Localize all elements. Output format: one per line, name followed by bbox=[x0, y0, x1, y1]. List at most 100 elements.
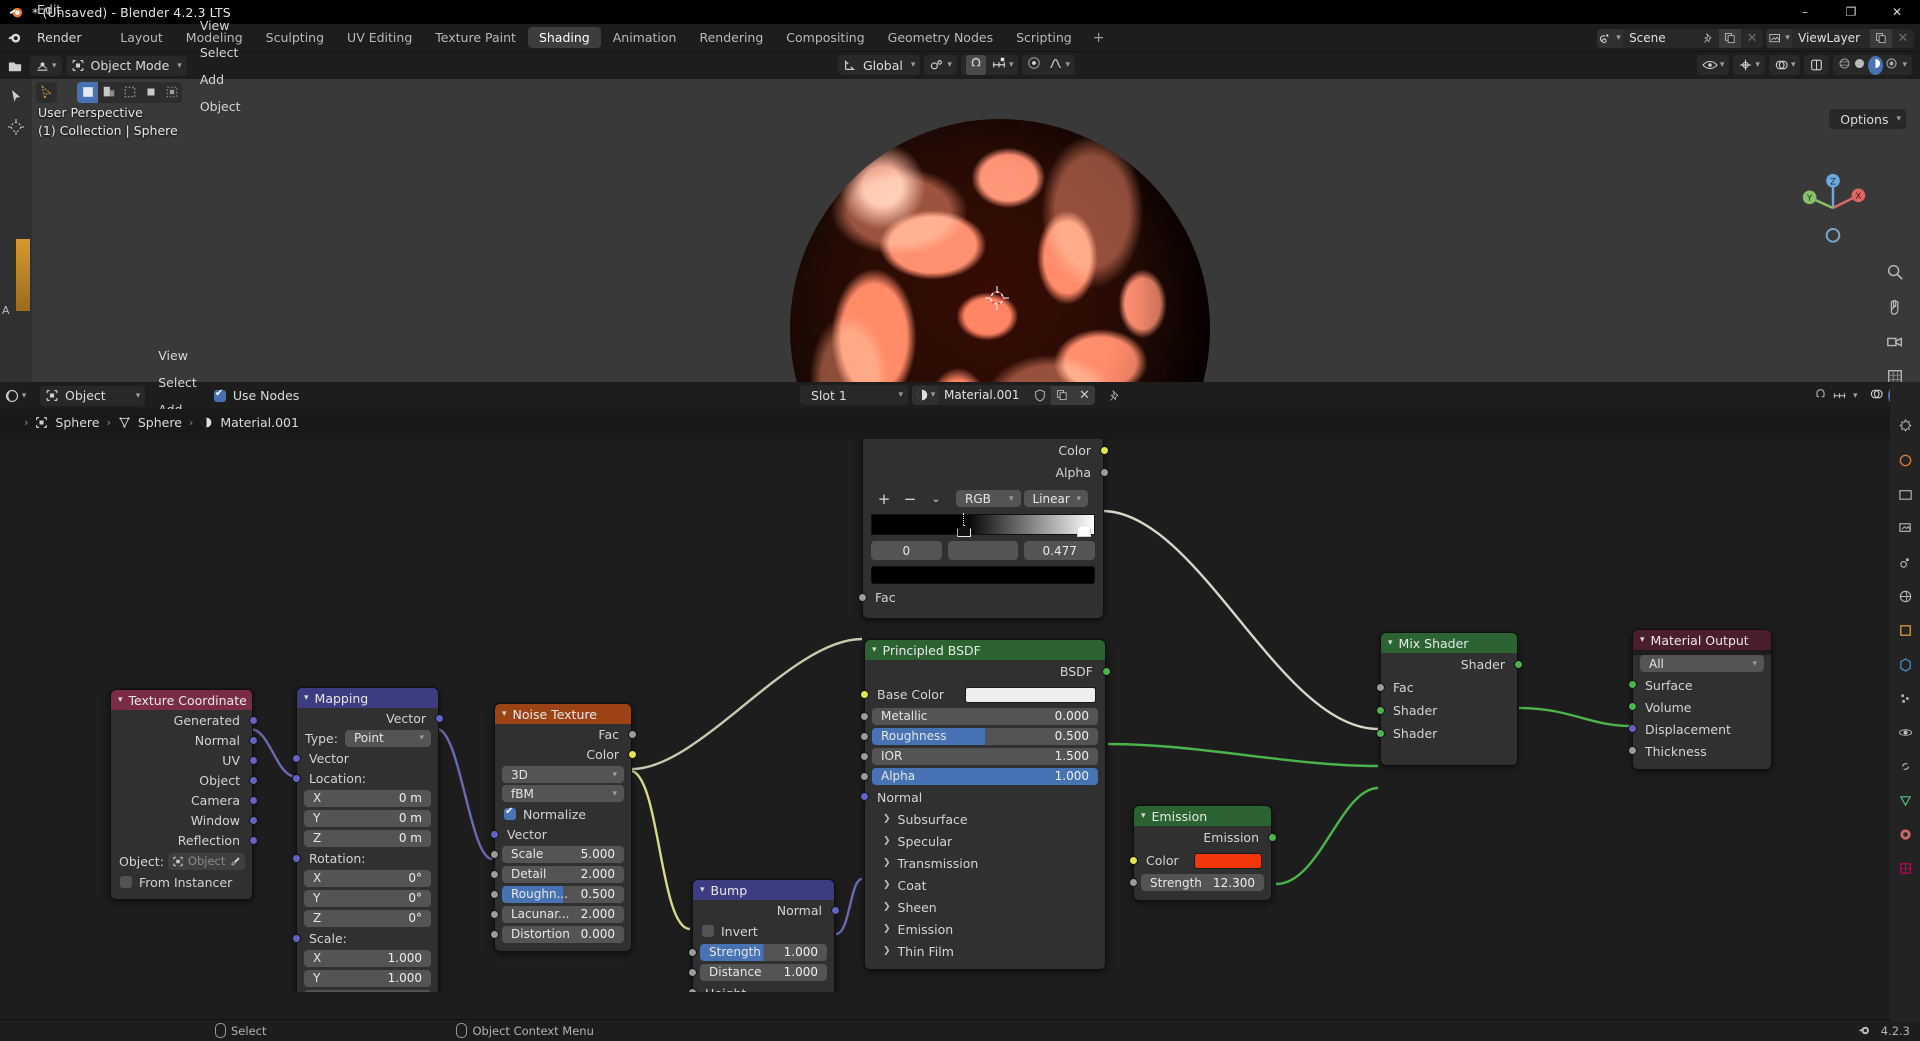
bsdf-metallic-row[interactable]: Metallic 0.000 bbox=[859, 706, 1105, 726]
mapping-output-vector[interactable]: Vector bbox=[297, 708, 444, 728]
bump-input-height[interactable]: Height bbox=[687, 982, 834, 992]
node-canvas[interactable]: ▾ Texture Coordinate Generated Normal UV Ob… bbox=[0, 439, 1920, 992]
bsdf-field[interactable]: Metallic 0.000 bbox=[872, 707, 1098, 725]
node-texture-coordinate[interactable]: ▾ Texture Coordinate Generated Normal UV Ob… bbox=[110, 689, 258, 900]
pin-icon[interactable] bbox=[1697, 29, 1719, 48]
socket-color-out[interactable] bbox=[1099, 445, 1109, 455]
texcoord-output-object[interactable]: Object bbox=[111, 770, 258, 790]
noise-field[interactable]: Detail 2.000 bbox=[502, 865, 624, 883]
select-intersect-icon[interactable] bbox=[161, 81, 182, 103]
texcoord-output-camera[interactable]: Camera bbox=[111, 790, 258, 810]
mapping-rotation-y-field[interactable]: Y 0° bbox=[304, 889, 431, 907]
mapping-type-row[interactable]: Type: Point ▾ bbox=[297, 728, 438, 748]
output-target-dropdown[interactable]: All ▾ bbox=[1640, 655, 1764, 672]
snap-target-icon[interactable] bbox=[1832, 387, 1847, 405]
collapse-chevron-icon[interactable]: ▾ bbox=[1388, 638, 1393, 648]
socket-distortion-in[interactable] bbox=[489, 929, 499, 939]
collapse-chevron-icon[interactable]: ▾ bbox=[304, 693, 309, 703]
collapse-chevron-icon[interactable]: ▾ bbox=[872, 645, 877, 655]
expand-chevron-icon[interactable]: ❯ bbox=[883, 814, 891, 824]
mix-input-fac-0[interactable]: Fac bbox=[1375, 676, 1517, 699]
mapping-rotation-x-field[interactable]: X 0° bbox=[304, 869, 431, 887]
emission-color-row[interactable]: Color bbox=[1128, 849, 1271, 872]
texcoord-output-generated[interactable]: Generated bbox=[111, 710, 258, 730]
socket-emission-color-in[interactable] bbox=[1128, 856, 1138, 865]
shader-menu-view[interactable]: View bbox=[149, 342, 206, 369]
socket-displacement-in[interactable] bbox=[1627, 724, 1637, 733]
socket-vector-in[interactable] bbox=[291, 753, 301, 763]
data-properties-icon[interactable] bbox=[1895, 790, 1915, 810]
socket-vector-out[interactable] bbox=[434, 713, 444, 723]
tool-properties-icon[interactable] bbox=[1895, 416, 1915, 436]
wireframe-shading-icon[interactable] bbox=[1838, 57, 1851, 74]
output-input-displacement[interactable]: Displacement bbox=[1627, 718, 1771, 740]
solid-shading-icon[interactable] bbox=[1853, 57, 1866, 74]
socket-location-in[interactable] bbox=[291, 773, 301, 783]
node-material-output[interactable]: ▾ Material Output All ▾ Surface Volume Disp… bbox=[1627, 629, 1772, 770]
breadcrumb-object[interactable]: Sphere bbox=[55, 415, 99, 430]
socket-height-in[interactable] bbox=[687, 988, 697, 992]
snap-pivot-dropdown[interactable]: ▾ bbox=[924, 55, 957, 75]
node-mix-shader[interactable]: ▾ Mix Shader Shader Fac Shader Shader bbox=[1375, 632, 1523, 766]
expand-chevron-icon[interactable]: ❯ bbox=[883, 924, 891, 934]
collapse-chevron-icon[interactable]: ▾ bbox=[118, 695, 123, 705]
node-noise-texture[interactable]: ▾ Noise Texture FacColor 3D▾ fBM▾ Normal… bbox=[489, 703, 637, 952]
socket-metallic-in[interactable] bbox=[859, 711, 869, 721]
snap-node-icon[interactable] bbox=[1813, 387, 1828, 405]
pan-hand-icon[interactable] bbox=[1884, 296, 1906, 318]
workspace-tab-compositing[interactable]: Compositing bbox=[775, 27, 875, 48]
noise-roughn-row[interactable]: Roughn... 0.500 bbox=[489, 884, 631, 904]
viewlayer-properties-icon[interactable] bbox=[1895, 518, 1915, 538]
mix-output[interactable]: Shader bbox=[1381, 653, 1523, 676]
material-id-block[interactable]: ▾ Material.001 ✕ bbox=[912, 385, 1096, 405]
material-slot-dropdown[interactable]: Slot 1 ▾ bbox=[800, 385, 908, 405]
socket-strength-in[interactable] bbox=[687, 947, 697, 957]
constraint-properties-icon[interactable] bbox=[1895, 756, 1915, 776]
collapse-chevron-icon[interactable]: ▾ bbox=[1640, 635, 1645, 645]
ramp-gradient[interactable] bbox=[871, 514, 1095, 535]
from-instancer-checkbox[interactable] bbox=[120, 876, 132, 888]
noise-lacunar-row[interactable]: Lacunar... 2.000 bbox=[489, 904, 631, 924]
ramp-output-alpha[interactable]: Alpha bbox=[863, 461, 1109, 483]
socket-normal-out[interactable] bbox=[830, 905, 840, 915]
new-scene-icon[interactable] bbox=[1719, 28, 1742, 48]
select-extend-icon[interactable] bbox=[98, 81, 119, 103]
modifier-properties-icon[interactable] bbox=[1895, 654, 1915, 674]
overlays-toggle-dropdown[interactable]: ▾ bbox=[1768, 55, 1801, 75]
bsdf-panel-emission[interactable]: ❯ Emission bbox=[865, 918, 1105, 940]
workspace-tab-shading[interactable]: Shading bbox=[527, 27, 601, 48]
socket-roughn-in[interactable] bbox=[489, 889, 499, 899]
socket-object-out[interactable] bbox=[248, 775, 258, 785]
socket-camera-out[interactable] bbox=[248, 795, 258, 805]
expand-chevron-icon[interactable]: ❯ bbox=[883, 858, 891, 868]
ramp-output-color[interactable]: Color bbox=[863, 439, 1109, 461]
viewport-mode-selector[interactable]: ▾ bbox=[30, 55, 62, 76]
shading-mode-group[interactable]: ▾ bbox=[1833, 55, 1912, 75]
socket-shader-in-2[interactable] bbox=[1375, 729, 1385, 738]
delete-scene-icon[interactable]: ✕ bbox=[1741, 29, 1763, 48]
editor-type-icon[interactable] bbox=[0, 52, 30, 79]
bump-output-normal[interactable]: Normal bbox=[693, 900, 840, 920]
scene-selector[interactable]: ▾ Scene ✕ bbox=[1597, 28, 1764, 48]
mapping-type-dropdown[interactable]: Point ▾ bbox=[344, 729, 431, 747]
viewport-menu-select[interactable]: Select bbox=[191, 39, 250, 66]
breadcrumb-material[interactable]: Material.001 bbox=[220, 415, 299, 430]
ramp-color-mode-dropdown[interactable]: RGB ▾ bbox=[956, 490, 1021, 507]
noise-scale-row[interactable]: Scale 5.000 bbox=[489, 844, 631, 864]
viewport-menu-object[interactable]: Object bbox=[191, 93, 250, 120]
socket-generated-out[interactable] bbox=[248, 715, 258, 725]
bump-field[interactable]: Distance 1.000 bbox=[700, 963, 827, 981]
noise-detail-row[interactable]: Detail 2.000 bbox=[489, 864, 631, 884]
camera-view-icon[interactable] bbox=[1884, 331, 1906, 353]
node-header-material-output[interactable]: ▾ Material Output bbox=[1633, 630, 1771, 650]
blender-menu-icon[interactable] bbox=[0, 30, 28, 45]
noise-dimension-dropdown[interactable]: 3D ▾ bbox=[502, 766, 624, 783]
emission-strength-row[interactable]: Strength 12.300 bbox=[1128, 872, 1271, 893]
emission-strength-field[interactable]: Strength 12.300 bbox=[1141, 874, 1264, 891]
socket-fac-in-0[interactable] bbox=[1375, 683, 1385, 692]
collapse-chevron-icon[interactable]: ▾ bbox=[1141, 811, 1146, 821]
node-color-ramp[interactable]: ▾ Color Ramp Color Alpha + − ⌄ RGB▾ bbox=[857, 439, 1109, 619]
falloff-curve-icon[interactable] bbox=[1048, 56, 1063, 74]
texcoord-output-uv[interactable]: UV bbox=[111, 750, 258, 770]
socket-uv-out[interactable] bbox=[248, 755, 258, 765]
